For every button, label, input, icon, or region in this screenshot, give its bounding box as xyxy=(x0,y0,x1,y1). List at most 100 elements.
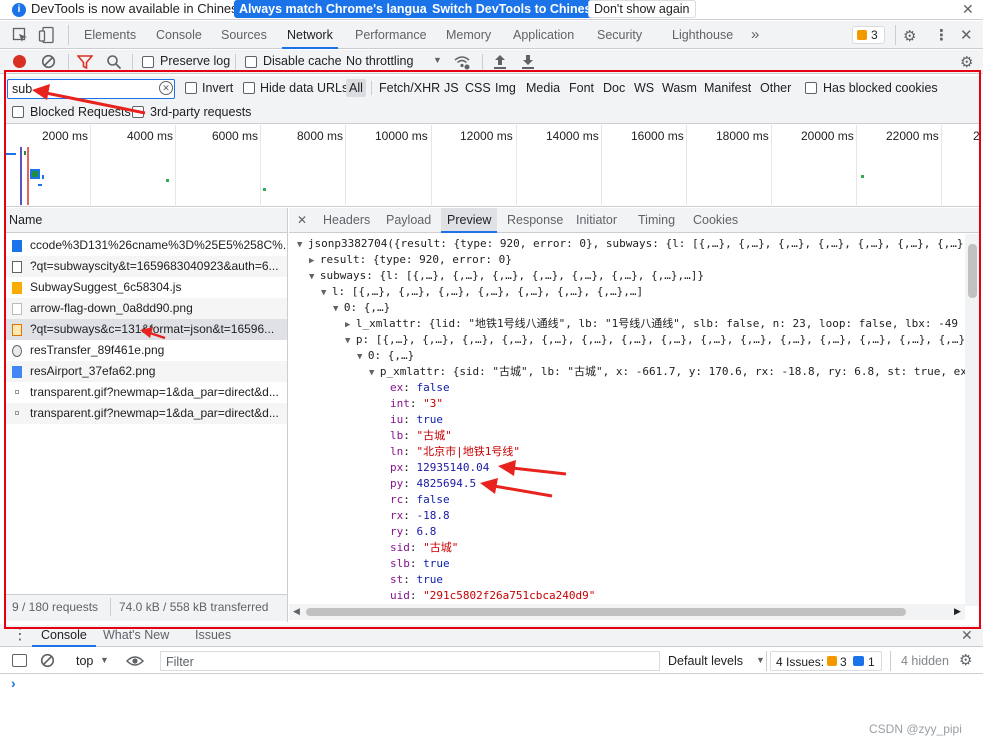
throttling-select[interactable]: No throttling xyxy=(346,54,413,68)
issues-counter-button[interactable]: 4 Issues: 3 1 xyxy=(770,651,882,671)
tree-line[interactable]: ▶ result: {type: 920, error: 0} xyxy=(309,252,512,269)
property-row[interactable]: iu: true xyxy=(390,412,443,428)
more-tabs-chevron-icon[interactable]: » xyxy=(751,21,759,49)
type-filter-other[interactable]: Other xyxy=(760,81,791,95)
tab-network[interactable]: Network xyxy=(282,21,338,49)
live-expression-eye-icon[interactable] xyxy=(125,653,145,669)
tab-performance[interactable]: Performance xyxy=(355,21,427,49)
tree-line[interactable]: ▼ l: [{,…}, {,…}, {,…}, {,…}, {,…}, {,…}… xyxy=(321,284,643,301)
horizontal-scrollbar[interactable]: ◀ ▶ xyxy=(289,604,965,620)
type-filter-doc[interactable]: Doc xyxy=(603,81,625,95)
property-row[interactable]: ry: 6.8 xyxy=(390,524,436,540)
tab-timing[interactable]: Timing xyxy=(638,208,675,233)
scroll-left-icon[interactable]: ◀ xyxy=(293,606,300,617)
request-row[interactable]: ccode%3D131%26cname%3D%25E5%258C%... xyxy=(4,235,287,256)
drawer-tab-issues[interactable]: Issues xyxy=(195,625,231,645)
console-filter-input[interactable]: Filter xyxy=(160,651,660,671)
type-filter-ws[interactable]: WS xyxy=(634,81,654,95)
request-row-selected[interactable]: ?qt=subways&c=131&format=json&t=16596... xyxy=(4,319,287,340)
disable-cache-checkbox[interactable] xyxy=(245,56,257,68)
has-blocked-cookies-checkbox[interactable] xyxy=(805,82,817,94)
tab-elements[interactable]: Elements xyxy=(84,21,136,49)
property-row[interactable]: lb: "古城" xyxy=(390,428,452,444)
tree-line[interactable]: ▼ 0: {,…} xyxy=(333,300,390,317)
network-overview-timeline[interactable]: 2000 ms 4000 ms 6000 ms 8000 ms 10000 ms… xyxy=(4,125,980,207)
property-row[interactable]: rx: -18.8 xyxy=(390,508,450,524)
tab-payload[interactable]: Payload xyxy=(386,208,431,233)
tab-headers[interactable]: Headers xyxy=(323,208,370,233)
property-row[interactable]: int: "3" xyxy=(390,396,443,412)
clear-filter-icon[interactable]: ✕ xyxy=(159,81,173,95)
request-row[interactable]: resAirport_37efa62.png xyxy=(4,361,287,382)
tab-preview[interactable]: Preview xyxy=(441,208,498,233)
tree-line[interactable]: ▼ subways: {l: [{,…}, {,…}, {,…}, {,…}, … xyxy=(309,268,704,285)
device-toolbar-icon[interactable] xyxy=(38,26,56,44)
export-har-icon[interactable] xyxy=(521,54,535,70)
clear-icon[interactable] xyxy=(41,54,56,69)
scroll-right-icon[interactable]: ▶ xyxy=(954,606,961,617)
switch-to-chinese-button[interactable]: Switch DevTools to Chinese xyxy=(427,0,604,18)
request-row[interactable]: ?qt=subwayscity&t=1659683040923&auth=6..… xyxy=(4,256,287,277)
name-column-header[interactable]: Name xyxy=(4,208,287,233)
tab-memory[interactable]: Memory xyxy=(446,21,491,49)
property-row[interactable]: py: 4825694.5 xyxy=(390,476,476,492)
type-filter-font[interactable]: Font xyxy=(569,81,594,95)
dont-show-again-button[interactable]: Don't show again xyxy=(588,0,696,18)
property-row[interactable]: px: 12935140.04 xyxy=(390,460,489,476)
type-filter-img[interactable]: Img xyxy=(495,81,516,95)
tree-line[interactable]: ▶ l_xmlattr: {lid: "地铁1号线八通线", lb: "1号线八… xyxy=(345,316,958,333)
log-levels-select[interactable]: Default levels xyxy=(668,654,743,668)
close-infobar-icon[interactable]: ✕ xyxy=(962,1,974,18)
tab-lighthouse[interactable]: Lighthouse xyxy=(672,21,733,49)
console-sidebar-icon[interactable] xyxy=(12,654,27,667)
type-filter-js[interactable]: JS xyxy=(444,81,459,95)
request-row[interactable]: transparent.gif?newmap=1&da_par=direct&d… xyxy=(4,382,287,403)
close-detail-icon[interactable]: ✕ xyxy=(297,213,307,227)
tree-line[interactable]: ▼ jsonp3382704({result: {type: 920, erro… xyxy=(297,236,965,253)
inspect-element-icon[interactable] xyxy=(12,27,28,43)
drawer-menu-icon[interactable]: ⋮ xyxy=(12,625,28,645)
network-conditions-wifi-icon[interactable] xyxy=(453,53,471,71)
drawer-tab-whats-new[interactable]: What's New xyxy=(103,625,169,645)
more-options-icon[interactable]: ⋮ xyxy=(934,26,949,44)
request-row[interactable]: resTransfer_89f461e.png xyxy=(4,340,287,361)
console-settings-gear-icon[interactable]: ⚙ xyxy=(959,651,972,669)
clear-console-icon[interactable] xyxy=(40,653,55,668)
search-icon[interactable] xyxy=(106,54,122,70)
type-filter-all[interactable]: All xyxy=(346,79,366,97)
invert-checkbox[interactable] xyxy=(185,82,197,94)
hide-data-urls-checkbox[interactable] xyxy=(243,82,255,94)
tree-line[interactable]: ▼ 0: {,…} xyxy=(357,348,414,365)
property-row[interactable]: uid: "291c5802f26a751cbca240d9" xyxy=(390,588,595,604)
json-preview-tree[interactable]: ▼ jsonp3382704({result: {type: 920, erro… xyxy=(289,234,965,606)
property-row[interactable]: sid: "古城" xyxy=(390,540,458,556)
vertical-scrollbar-thumb[interactable] xyxy=(968,244,977,298)
network-settings-gear-icon[interactable]: ⚙ xyxy=(960,53,973,71)
filter-funnel-icon[interactable] xyxy=(76,54,94,70)
issues-counter-button[interactable]: 3 xyxy=(852,26,885,44)
tab-security[interactable]: Security xyxy=(597,21,642,49)
third-party-checkbox[interactable] xyxy=(132,106,144,118)
property-row[interactable]: ln: "北京市|地铁1号线" xyxy=(390,444,520,460)
type-filter-manifest[interactable]: Manifest xyxy=(704,81,751,95)
drawer-tab-console[interactable]: Console xyxy=(32,625,96,647)
type-filter-css[interactable]: CSS xyxy=(465,81,491,95)
close-drawer-icon[interactable]: ✕ xyxy=(961,625,973,645)
always-match-language-button[interactable]: Always match Chrome's language xyxy=(234,0,447,18)
tree-line[interactable]: ▼ p_xmlattr: {sid: "古城", lb: "古城", x: -6… xyxy=(369,364,965,381)
property-row[interactable]: ex: false xyxy=(390,380,450,396)
property-row[interactable]: st: true xyxy=(390,572,443,588)
type-filter-fetch-xhr[interactable]: Fetch/XHR xyxy=(379,81,440,95)
horizontal-scrollbar-thumb[interactable] xyxy=(306,608,906,616)
record-icon[interactable] xyxy=(13,55,26,68)
blocked-requests-checkbox[interactable] xyxy=(12,106,24,118)
vertical-scrollbar[interactable] xyxy=(965,234,980,606)
property-row[interactable]: rc: false xyxy=(390,492,450,508)
type-filter-wasm[interactable]: Wasm xyxy=(662,81,697,95)
tab-console[interactable]: Console xyxy=(156,21,202,49)
close-devtools-icon[interactable]: ✕ xyxy=(960,26,973,44)
import-har-icon[interactable] xyxy=(493,54,507,70)
type-filter-media[interactable]: Media xyxy=(526,81,560,95)
tab-application[interactable]: Application xyxy=(513,21,574,49)
tab-cookies[interactable]: Cookies xyxy=(693,208,738,233)
